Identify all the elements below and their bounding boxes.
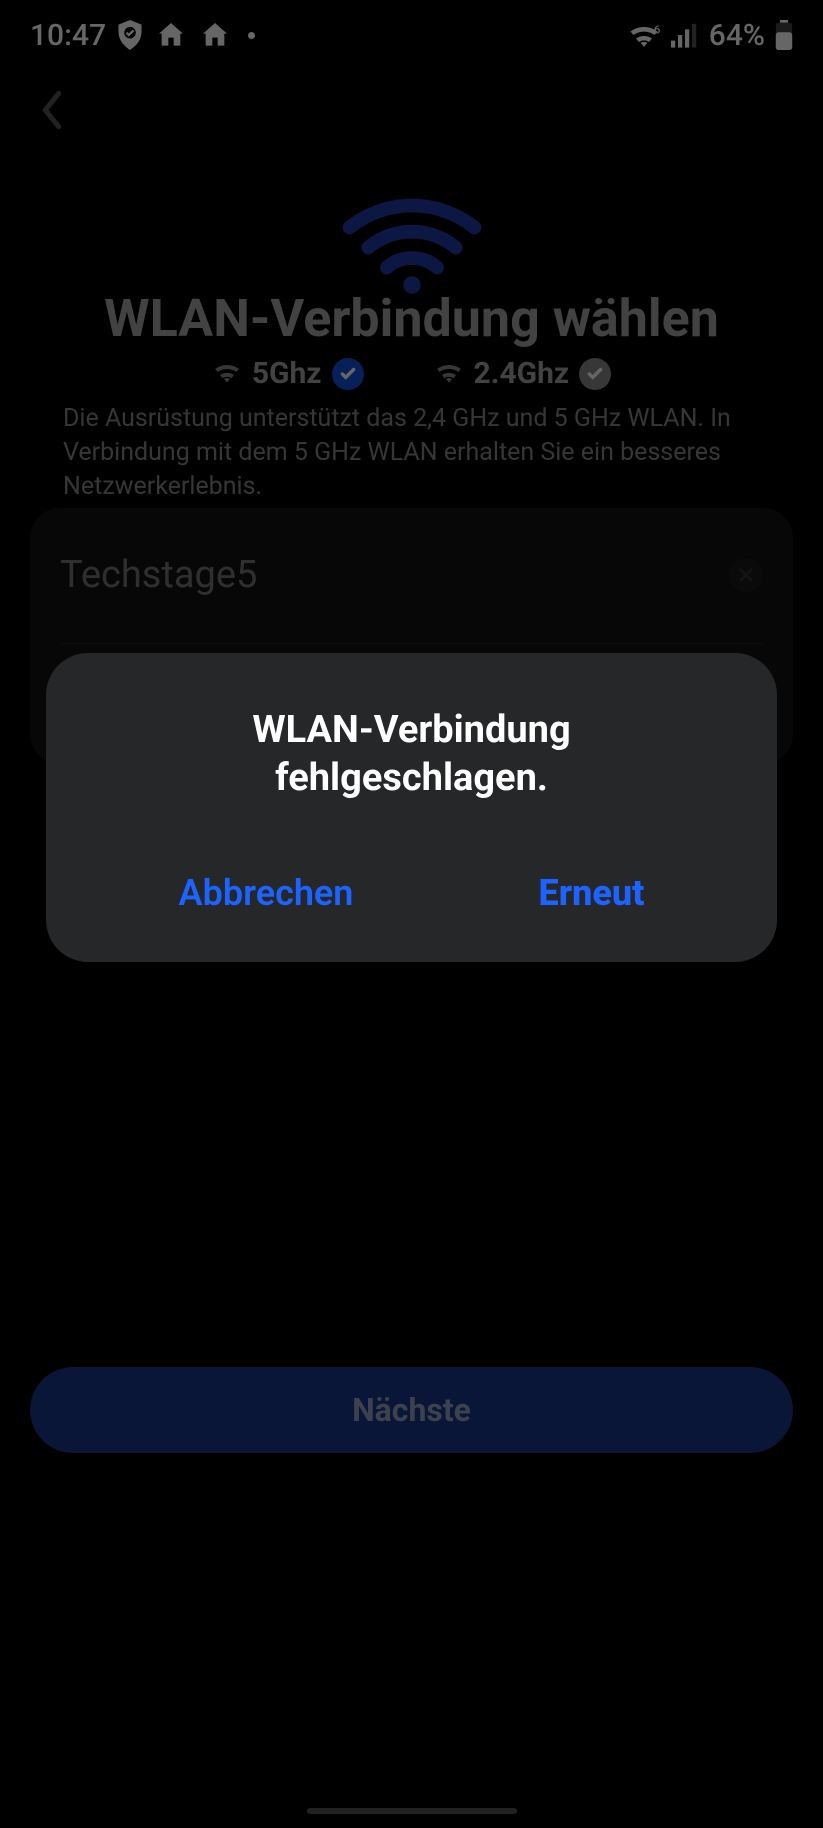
cancel-button[interactable]: Abbrechen [159, 862, 374, 924]
error-modal: WLAN-Verbindung fehlgeschlagen. Abbreche… [46, 653, 777, 962]
modal-title: WLAN-Verbindung fehlgeschlagen. [86, 707, 737, 802]
retry-button[interactable]: Erneut [519, 862, 665, 924]
